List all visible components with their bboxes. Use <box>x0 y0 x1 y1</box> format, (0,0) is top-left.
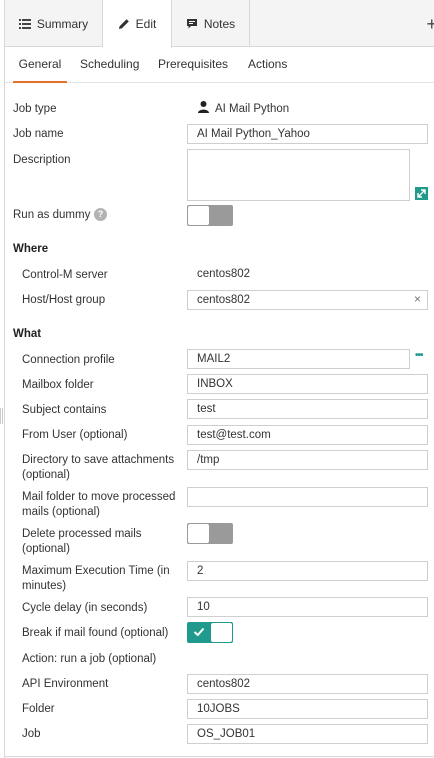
tab-summary[interactable]: Summary <box>5 0 103 47</box>
where-heading: Where <box>13 243 49 255</box>
break-if-found-toggle[interactable] <box>187 622 233 643</box>
help-icon[interactable]: ? <box>94 208 107 221</box>
move-folder-input[interactable] <box>187 487 428 507</box>
api-env-label: API Environment <box>22 678 109 690</box>
attachments-dir-input[interactable]: /tmp <box>187 450 428 470</box>
host-group-input[interactable]: centos802 <box>187 290 428 310</box>
break-if-found-label: Break if mail found (optional) <box>22 627 169 639</box>
action-label: Action: run a job (optional) <box>22 653 157 665</box>
description-textarea[interactable] <box>187 149 410 201</box>
job-input[interactable]: OS_JOB01 <box>187 724 428 744</box>
move-folder-label: Mail folder to move processed <box>22 491 176 503</box>
folder-input[interactable]: 10JOBS <box>187 699 428 719</box>
cycle-delay-label: Cycle delay (in seconds) <box>22 602 148 614</box>
job-name-label: Job name <box>13 128 64 140</box>
panel-bottom-border <box>4 756 434 757</box>
tab-general[interactable]: General <box>13 47 67 83</box>
run-as-dummy-label: Run as dummy <box>13 209 91 221</box>
add-button[interactable]: + <box>426 14 434 35</box>
delete-processed-label-2: (optional) <box>22 543 70 555</box>
control-m-server-label: Control-M server <box>22 269 108 281</box>
max-exec-time-input[interactable]: 2 <box>187 561 428 581</box>
tab-summary-label: Summary <box>36 16 89 31</box>
tab-prerequisites[interactable]: Prerequisites <box>158 47 228 83</box>
tab-scheduling[interactable]: Scheduling <box>80 47 139 83</box>
cycle-delay-input[interactable]: 10 <box>187 597 428 617</box>
description-label: Description <box>13 154 71 166</box>
subject-contains-label: Subject contains <box>22 404 107 416</box>
sub-tab-bar: General Scheduling Prerequisites Actions <box>5 47 434 83</box>
job-name-input[interactable]: AI Mail Python_Yahoo <box>187 124 428 144</box>
pencil-icon <box>118 18 130 30</box>
api-env-input[interactable]: centos802 <box>187 674 428 694</box>
resize-handle[interactable] <box>0 408 3 424</box>
job-type-label: Job type <box>13 103 57 115</box>
connection-profile-label: Connection profile <box>22 354 115 366</box>
delete-processed-label: Delete processed mails <box>22 528 142 540</box>
mailbox-folder-input[interactable]: INBOX <box>187 374 428 394</box>
toggle-knob <box>211 623 232 642</box>
folder-label: Folder <box>22 703 55 715</box>
tab-notes-label: Notes <box>203 16 236 31</box>
expand-icon[interactable] <box>415 187 428 200</box>
top-tab-bar: Summary Edit Notes + <box>5 0 434 48</box>
tab-edit-label: Edit <box>135 17 157 31</box>
job-label: Job <box>22 728 41 740</box>
move-folder-label-2: mails (optional) <box>22 506 100 518</box>
list-icon <box>18 18 31 30</box>
person-icon <box>198 101 209 116</box>
more-options-icon[interactable]: ••• <box>415 350 423 361</box>
toggle-knob <box>188 206 209 225</box>
delete-processed-toggle[interactable] <box>187 523 233 544</box>
host-group-label: Host/Host group <box>22 294 106 306</box>
check-icon <box>193 627 205 637</box>
job-properties-panel: Summary Edit Notes + General Scheduling … <box>4 0 434 758</box>
speech-bubble-icon <box>186 18 198 30</box>
max-exec-time-label: Maximum Execution Time (in <box>22 565 170 577</box>
max-exec-time-label-2: minutes) <box>22 580 67 592</box>
what-heading: What <box>13 328 42 340</box>
tab-actions[interactable]: Actions <box>248 47 287 83</box>
subject-contains-input[interactable]: test <box>187 399 428 419</box>
connection-profile-input[interactable]: MAIL2 <box>187 349 410 369</box>
control-m-server-value: centos802 <box>197 268 251 280</box>
mailbox-folder-label: Mailbox folder <box>22 379 94 391</box>
run-as-dummy-toggle[interactable] <box>187 205 233 226</box>
clear-icon[interactable]: × <box>414 292 421 306</box>
tab-edit[interactable]: Edit <box>103 0 172 48</box>
attachments-dir-label-2: (optional) <box>22 469 70 481</box>
from-user-label: From User (optional) <box>22 429 128 441</box>
job-type-value: AI Mail Python <box>215 103 290 115</box>
from-user-input[interactable]: test@test.com <box>187 425 428 445</box>
toggle-knob <box>188 524 209 543</box>
attachments-dir-label: Directory to save attachments <box>22 454 175 466</box>
tab-notes[interactable]: Notes <box>172 0 250 47</box>
